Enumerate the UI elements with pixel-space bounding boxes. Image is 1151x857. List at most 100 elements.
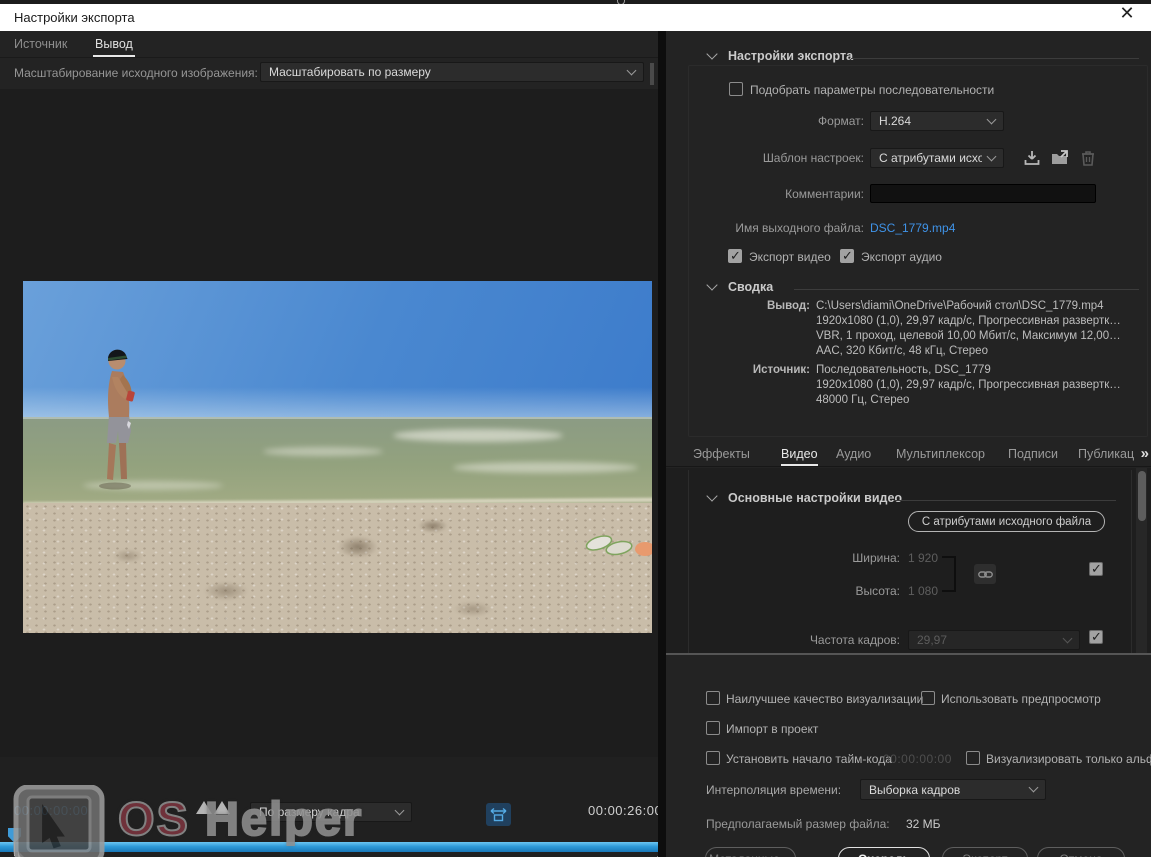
chevron-down-icon [986, 114, 997, 124]
scaling-dropdown[interactable]: Масштабировать по размеру [260, 62, 644, 82]
scaling-label: Масштабирование исходного изображения: [14, 66, 258, 80]
match-source-button[interactable]: С атрибутами исходного файла [908, 511, 1105, 532]
start-timecode-value: 00:00:00:00 [883, 752, 952, 766]
save-preset-button[interactable] [1022, 148, 1042, 168]
video-preview-frame [23, 281, 652, 633]
scrollbar-thumb[interactable] [1137, 471, 1146, 521]
use-previews-checkbox[interactable] [921, 691, 935, 705]
marker-triangle [196, 801, 212, 814]
interpolation-label: Интерполяция времени: [706, 783, 842, 797]
queue-button[interactable]: Очередь [838, 847, 930, 857]
render-alpha-label: Визуализировать только альфа- [986, 752, 1151, 766]
trash-icon [1082, 151, 1094, 166]
settings-pane: Настройки экспорта Подобрать параметры п… [666, 31, 1151, 857]
output-name-label: Имя выходного файла: [735, 221, 864, 235]
chevron-down-icon [394, 805, 405, 815]
tab-source[interactable]: Источник [14, 37, 67, 51]
export-button[interactable]: Экспорт [942, 847, 1028, 857]
duration-timecode: 00:00:26:00 [588, 803, 663, 818]
watermark-os: OS [117, 791, 190, 846]
fit-aspect-button[interactable] [486, 803, 511, 826]
set-start-timecode-label: Установить начало тайм-кода [726, 752, 892, 766]
save-preset-icon [1024, 151, 1040, 165]
export-settings-title: Настройки экспорта [728, 49, 854, 63]
chevron-down-icon [986, 151, 997, 161]
format-dropdown[interactable]: H.264 [870, 111, 1004, 131]
window-titlebar: Настройки экспорта [0, 4, 1151, 31]
chevron-down-icon [706, 490, 718, 502]
chevron-down-icon [706, 279, 718, 291]
export-video-label: Экспорт видео [749, 250, 831, 264]
summary-output-line: C:\Users\diami\OneDrive\Рабочий стол\DSC… [816, 300, 1104, 312]
playhead[interactable] [8, 828, 21, 843]
best-quality-checkbox[interactable] [706, 691, 720, 705]
tabs-overflow-icon[interactable]: » [1141, 445, 1149, 462]
framerate-label: Частота кадров: [809, 633, 900, 647]
tab-publish[interactable]: Публикац [1078, 447, 1134, 461]
format-value: H.264 [879, 114, 912, 128]
framerate-value: 29,97 [917, 633, 948, 647]
interpolation-dropdown[interactable]: Выборка кадров [860, 779, 1046, 800]
export-audio-label: Экспорт аудио [861, 250, 942, 264]
link-bracket [942, 556, 956, 592]
import-preset-button[interactable] [1050, 148, 1070, 168]
import-project-label: Импорт в проект [726, 722, 819, 736]
beach-sand [23, 503, 652, 633]
preview-tabbar: Источник Вывод [0, 31, 658, 58]
timeline-scrubber[interactable] [0, 842, 665, 852]
preview-zoom-dropdown[interactable]: По размеру кадра [250, 802, 412, 822]
tab-video[interactable]: Видео [781, 447, 818, 466]
export-settings-header[interactable]: Настройки экспорта [706, 48, 854, 63]
tab-effects[interactable]: Эффекты [693, 447, 750, 461]
scaling-value: Масштабировать по размеру [269, 65, 431, 79]
tab-output[interactable]: Вывод [93, 37, 135, 57]
match-sequence-checkbox[interactable] [729, 82, 743, 96]
cancel-button[interactable]: Отмена [1037, 847, 1125, 857]
panel-gripper[interactable] [650, 63, 654, 85]
output-name-link[interactable]: DSC_1779.mp4 [870, 221, 955, 235]
export-video-checkbox[interactable] [728, 248, 742, 264]
summary-source-line: Последовательность, DSC_1779 [816, 364, 991, 376]
flip-flops [585, 535, 652, 556]
chevron-down-icon [1062, 633, 1073, 643]
framerate-lock-checkbox[interactable] [1089, 629, 1103, 645]
width-value: 1 920 [908, 551, 939, 565]
summary-header[interactable]: Сводка [706, 279, 773, 294]
tab-multiplexer[interactable]: Мультиплексор [896, 447, 985, 461]
preset-value: С атрибутами исход… [879, 151, 982, 165]
render-alpha-checkbox[interactable] [966, 751, 980, 765]
delete-preset-button[interactable] [1078, 148, 1098, 168]
metadata-button[interactable]: Метаданные… [705, 847, 796, 857]
video-settings-panel: Основные настройки видео С атрибутами ис… [666, 468, 1151, 653]
close-icon[interactable]: ✕ [1115, 2, 1139, 24]
export-audio-checkbox[interactable] [840, 248, 854, 264]
summary-output-label: Вывод: [766, 300, 810, 312]
export-settings-dialog: Настройки экспорта ✕ Источник Вывод Масш… [0, 0, 1151, 857]
window-title: Настройки экспорта [14, 10, 135, 25]
comments-input[interactable] [870, 184, 1096, 203]
height-value: 1 080 [908, 584, 939, 598]
dimensions-lock-checkbox[interactable] [1089, 561, 1103, 577]
framerate-dropdown[interactable]: 29,97 [908, 630, 1080, 650]
playhead-line [14, 842, 15, 856]
basic-video-header[interactable]: Основные настройки видео [706, 490, 902, 505]
format-label: Формат: [818, 114, 864, 128]
preset-dropdown[interactable]: С атрибутами исход… [870, 148, 1004, 168]
video-settings-scrollbar[interactable] [1136, 468, 1147, 653]
summary-source-line: 1920x1080 (1,0), 29,97 кадр/с, Прогресси… [816, 379, 1121, 391]
render-options: Наилучшее качество визуализации Использо… [666, 655, 1151, 857]
height-label: Высота: [855, 584, 900, 598]
in-point-handle[interactable] [18, 851, 32, 857]
match-sequence-label: Подобрать параметры последовательности [750, 83, 995, 97]
preview-area [0, 89, 658, 788]
set-start-timecode-checkbox[interactable] [706, 751, 720, 765]
tab-captions[interactable]: Подписи [1008, 447, 1058, 461]
pane-divider[interactable] [658, 31, 666, 857]
summary-source-line: 48000 Гц, Стерео [816, 394, 910, 406]
tab-audio[interactable]: Аудио [836, 447, 871, 461]
link-dimensions-button[interactable] [974, 564, 996, 584]
import-project-checkbox[interactable] [706, 721, 720, 735]
summary-output-line: VBR, 1 проход, целевой 10,00 Мбит/с, Мак… [816, 330, 1121, 342]
fit-icon [490, 807, 507, 822]
width-label: Ширина: [852, 551, 900, 565]
